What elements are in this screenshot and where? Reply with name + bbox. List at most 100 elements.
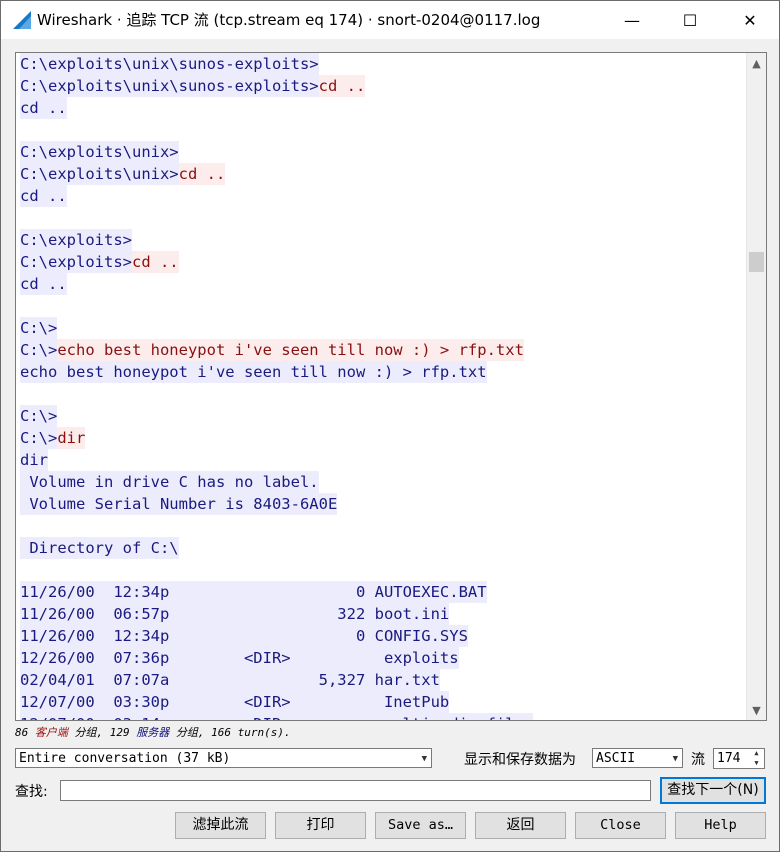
- server-data-segment: Directory of C:\: [20, 537, 179, 559]
- stream-number-label: 流: [691, 752, 705, 768]
- client-packet-count: 86: [15, 726, 29, 739]
- stream-line: 11/26/00 06:57p 322 boot.ini: [20, 603, 746, 625]
- stream-line: [20, 295, 746, 317]
- chevron-down-icon: ▼: [672, 754, 678, 764]
- client-data-segment: echo best honeypot i've seen till now :)…: [57, 339, 524, 361]
- stream-line: C:\exploits\unix\sunos-exploits>: [20, 53, 746, 75]
- server-data-segment: 12/07/00 03:30p <DIR> InetPub: [20, 691, 450, 713]
- client-data-segment: cd ..: [178, 163, 226, 185]
- help-button[interactable]: Help: [675, 812, 766, 839]
- stream-number-spinbox[interactable]: 174 ▲ ▼: [713, 748, 765, 769]
- client-data-segment: dir: [57, 427, 86, 449]
- stream-line: Volume Serial Number is 8403-6A0E: [20, 493, 746, 515]
- format-select-value: ASCII: [596, 751, 636, 766]
- server-data-segment: C:\>: [20, 339, 58, 361]
- stream-line: 02/04/01 07:07a 5,327 har.txt: [20, 669, 746, 691]
- stream-line: dir: [20, 449, 746, 471]
- server-data-segment: C:\exploits\unix\sunos-exploits>: [20, 75, 319, 97]
- server-data-segment: echo best honeypot i've seen till now :)…: [20, 361, 487, 383]
- stream-line: [20, 515, 746, 537]
- stream-status-text: 86 客户端 分组, 129 服务器 分组, 166 turn(s).: [15, 724, 291, 740]
- follow-tcp-stream-window: Wireshark · 追踪 TCP 流 (tcp.stream eq 174)…: [0, 0, 780, 852]
- stream-line: [20, 559, 746, 581]
- save-format-label: 显示和保存数据为: [464, 752, 576, 768]
- stream-line: cd ..: [20, 273, 746, 295]
- back-button[interactable]: 返回: [475, 812, 566, 839]
- server-data-segment: C:\exploits>: [20, 229, 132, 251]
- server-data-segment: 12/26/00 07:36p <DIR> exploits: [20, 647, 459, 669]
- filter-out-button[interactable]: 滤掉此流: [175, 812, 266, 839]
- server-data-segment: 02/04/01 07:07a 5,327 har.txt: [20, 669, 440, 691]
- stream-line: C:\>: [20, 405, 746, 427]
- stream-line: echo best honeypot i've seen till now :)…: [20, 361, 746, 383]
- server-data-segment: 11/26/00 06:57p 322 boot.ini: [20, 603, 450, 625]
- server-data-segment: dir: [20, 449, 48, 471]
- server-packet-count: 129: [109, 726, 130, 739]
- stream-line: C:\>: [20, 317, 746, 339]
- server-data-segment: 12/07/00 03:14p <DIR> multimedia files: [20, 713, 534, 720]
- server-label: 服务器: [136, 726, 170, 739]
- find-next-button[interactable]: 查找下一个(N): [660, 777, 766, 804]
- stream-line: C:\exploits>: [20, 229, 746, 251]
- stream-line: C:\>dir: [20, 427, 746, 449]
- stream-line: Volume in drive C has no label.: [20, 471, 746, 493]
- packets-label-2: 分组,: [175, 726, 205, 739]
- client-label: 客户端: [34, 726, 68, 739]
- vertical-scrollbar[interactable]: ▲ ▼: [746, 53, 766, 720]
- stream-line: 12/26/00 07:36p <DIR> exploits: [20, 647, 746, 669]
- stream-line: [20, 119, 746, 141]
- scroll-up-arrow-icon[interactable]: ▲: [747, 53, 766, 73]
- server-data-segment: Volume Serial Number is 8403-6A0E: [20, 493, 338, 515]
- server-data-segment: C:\>: [20, 427, 58, 449]
- chevron-down-icon: ▼: [421, 754, 427, 764]
- title-bar: Wireshark · 追踪 TCP 流 (tcp.stream eq 174)…: [1, 1, 779, 39]
- stream-line: cd ..: [20, 185, 746, 207]
- server-data-segment: Volume in drive C has no label.: [20, 471, 319, 493]
- window-title: Wireshark · 追踪 TCP 流 (tcp.stream eq 174)…: [37, 11, 541, 29]
- stream-line: 12/07/00 03:14p <DIR> multimedia files: [20, 713, 746, 720]
- stream-line: cd ..: [20, 97, 746, 119]
- server-data-segment: cd ..: [20, 185, 67, 207]
- save-as-button[interactable]: Save as…: [375, 812, 466, 839]
- stream-content-area[interactable]: C:\exploits\unix\sunos-exploits> C:\explo…: [15, 52, 767, 721]
- server-data-segment: 11/26/00 12:34p 0 AUTOEXEC.BAT: [20, 581, 487, 603]
- stream-line: C:\exploits\unix>: [20, 141, 746, 163]
- stream-line: C:\>echo best honeypot i've seen till no…: [20, 339, 746, 361]
- stream-line: C:\exploits>cd ..: [20, 251, 746, 273]
- server-data-segment: C:\exploits\unix>: [20, 141, 179, 163]
- find-input[interactable]: [60, 780, 651, 801]
- server-data-segment: cd ..: [20, 273, 67, 295]
- wireshark-fin-icon: [13, 11, 31, 29]
- stream-line: 11/26/00 12:34p 0 AUTOEXEC.BAT: [20, 581, 746, 603]
- format-select[interactable]: ASCII ▼: [592, 748, 683, 768]
- server-data-segment: C:\exploits\unix>: [20, 163, 179, 185]
- close-button[interactable]: Close: [575, 812, 666, 839]
- scroll-thumb[interactable]: [749, 252, 764, 272]
- server-data-segment: C:\>: [20, 405, 58, 427]
- stream-line: Directory of C:\: [20, 537, 746, 559]
- scroll-down-arrow-icon[interactable]: ▼: [747, 700, 766, 720]
- stream-line: 12/07/00 03:30p <DIR> InetPub: [20, 691, 746, 713]
- conversation-select-value: Entire conversation (37 kB): [19, 751, 231, 766]
- stream-line: 11/26/00 12:34p 0 CONFIG.SYS: [20, 625, 746, 647]
- print-button[interactable]: 打印: [275, 812, 366, 839]
- stream-line: C:\exploits\unix\sunos-exploits>cd ..: [20, 75, 746, 97]
- stream-lines: C:\exploits\unix\sunos-exploits> C:\explo…: [20, 53, 746, 720]
- client-data-segment: cd ..: [131, 251, 179, 273]
- spin-down-icon[interactable]: ▼: [750, 759, 763, 768]
- maximize-button[interactable]: ☐: [661, 1, 719, 39]
- stream-line: [20, 383, 746, 405]
- stream-line: [20, 207, 746, 229]
- server-data-segment: cd ..: [20, 97, 67, 119]
- packets-label: 分组,: [74, 726, 104, 739]
- stream-line: C:\exploits\unix>cd ..: [20, 163, 746, 185]
- server-data-segment: 11/26/00 12:34p 0 CONFIG.SYS: [20, 625, 468, 647]
- find-label: 查找:: [15, 784, 48, 800]
- close-window-button[interactable]: ✕: [721, 1, 779, 39]
- minimize-button[interactable]: —: [603, 1, 661, 39]
- stream-number-value: 174: [717, 751, 741, 766]
- server-data-segment: C:\>: [20, 317, 58, 339]
- client-data-segment: cd ..: [318, 75, 366, 97]
- server-data-segment: C:\exploits\unix\sunos-exploits>: [20, 53, 319, 75]
- conversation-select[interactable]: Entire conversation (37 kB) ▼: [15, 748, 432, 768]
